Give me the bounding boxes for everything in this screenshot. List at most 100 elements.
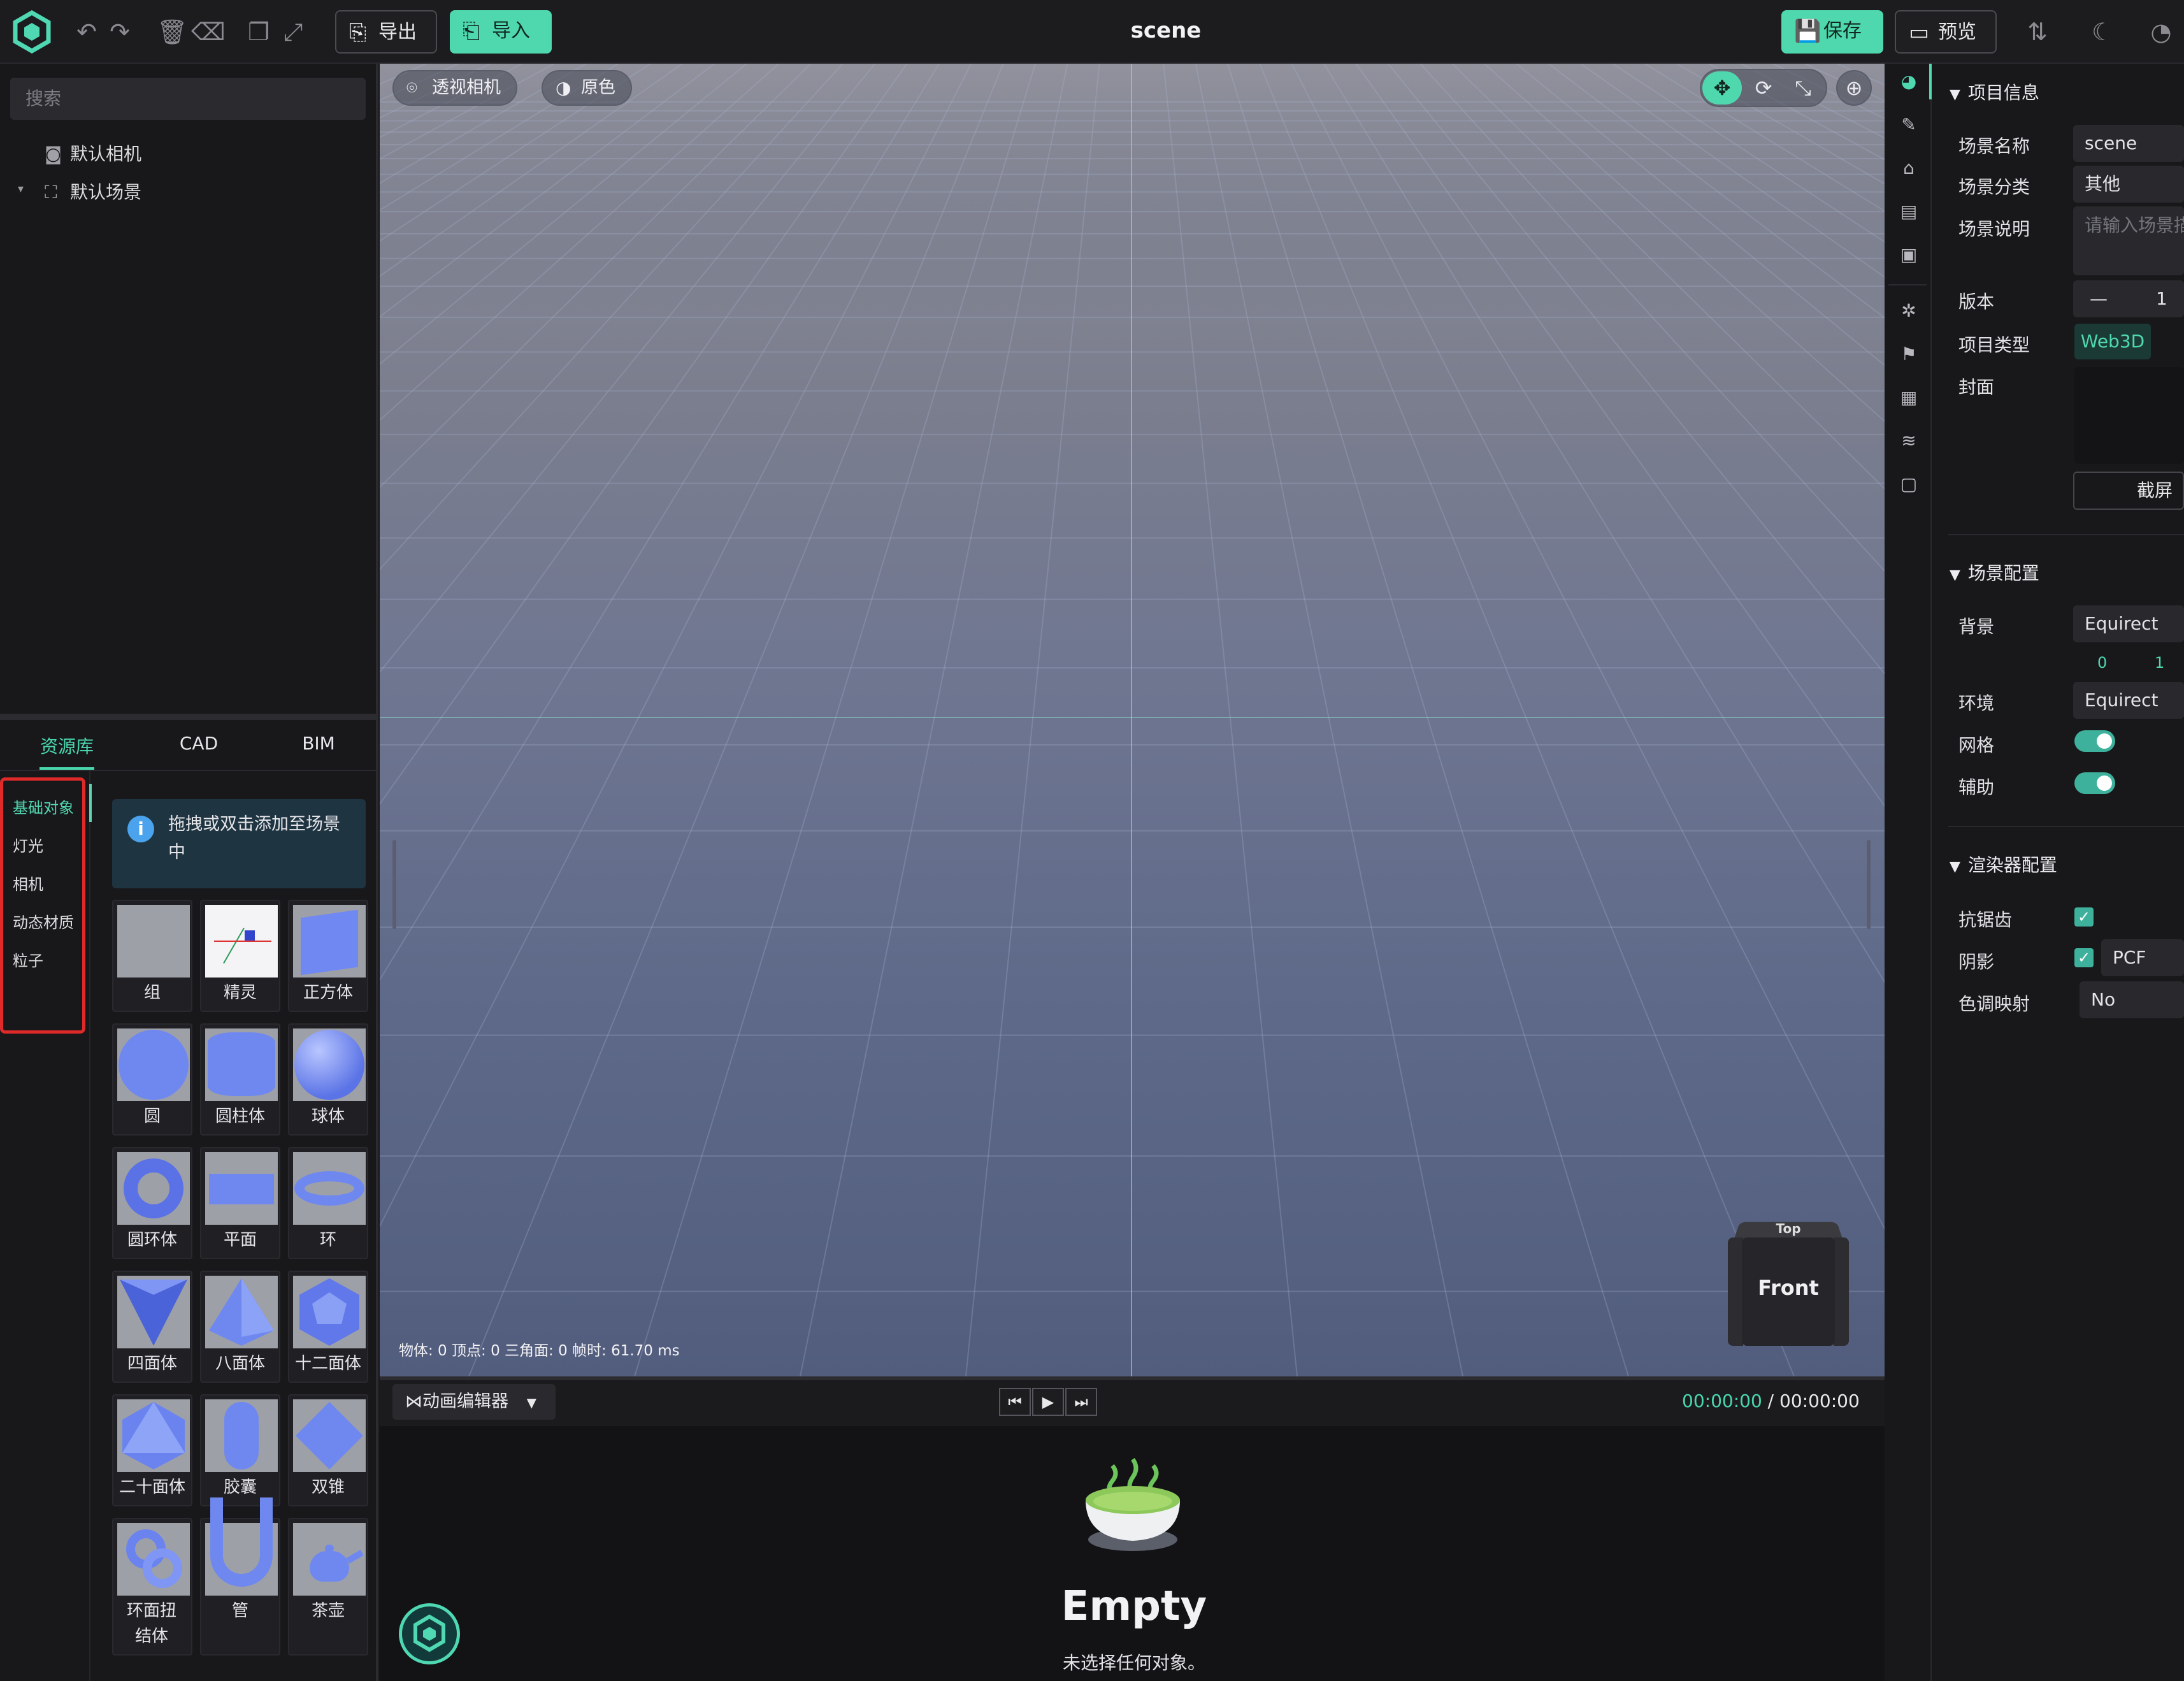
save-button[interactable]: 💾 保存: [1781, 10, 1883, 54]
left-splitter-handle[interactable]: [392, 840, 396, 929]
perspective-camera-button[interactable]: ⌾ 透视相机: [392, 70, 517, 106]
asset-octahedron[interactable]: 八面体: [200, 1271, 280, 1383]
empty-bowl-icon: [1075, 1453, 1190, 1555]
import-button[interactable]: ⎗ 导入: [450, 10, 552, 54]
texture-tab-icon[interactable]: ▦: [1897, 386, 1920, 409]
tree-item-default-scene[interactable]: ⛶ 默认场景: [45, 178, 141, 204]
category-cameras[interactable]: 相机: [13, 872, 43, 894]
view-cube-top[interactable]: Top: [1753, 1221, 1823, 1236]
export-button[interactable]: ⎘ 导出: [335, 10, 437, 54]
asset-cylinder[interactable]: 圆柱体: [200, 1023, 280, 1136]
shadow-type-select[interactable]: PCF: [2101, 939, 2184, 976]
asset-tube[interactable]: 管: [200, 1497, 280, 1656]
decrement-icon[interactable]: —: [2090, 280, 2108, 317]
clear-icon[interactable]: ⌫: [191, 17, 226, 47]
antialias-checkbox[interactable]: ✓: [2074, 907, 2094, 927]
category-basic-objects[interactable]: 基础对象: [13, 795, 74, 818]
fullscreen-icon[interactable]: ⤢: [278, 17, 308, 47]
background-select[interactable]: Equirect: [2073, 605, 2184, 642]
play-button[interactable]: ▶: [1032, 1388, 1064, 1416]
rotate-tool-icon[interactable]: ⟳: [1746, 71, 1781, 105]
tab-bim[interactable]: BIM: [287, 733, 350, 754]
asset-capsule[interactable]: 胶囊: [200, 1394, 280, 1506]
asset-sprite[interactable]: 精灵: [200, 900, 280, 1012]
image-tab-icon[interactable]: ▣: [1897, 243, 1920, 266]
asset-torus[interactable]: 圆环体: [112, 1147, 192, 1259]
scene-category-select[interactable]: 其他: [2073, 166, 2184, 203]
material-tab-icon[interactable]: ⌂: [1897, 157, 1920, 180]
translate-tool-icon[interactable]: ✥: [1702, 71, 1742, 105]
scale-tool-icon[interactable]: ⤡: [1785, 71, 1821, 105]
category-lights[interactable]: 灯光: [13, 833, 43, 856]
tonemapping-select[interactable]: No: [2080, 981, 2184, 1018]
clone-icon[interactable]: ❐: [243, 17, 274, 47]
brush-tab-icon[interactable]: ✎: [1897, 113, 1920, 136]
asset-ring[interactable]: 环: [288, 1147, 368, 1259]
tab-library[interactable]: 资源库: [32, 733, 102, 770]
category-dynamic-materials[interactable]: 动态材质: [13, 910, 74, 932]
panel-divider[interactable]: [0, 714, 378, 720]
document-tab-icon[interactable]: ▢: [1897, 473, 1920, 496]
asset-dodecahedron[interactable]: 十二面体: [288, 1271, 368, 1383]
antialias-label: 抗锯齿: [1958, 909, 2013, 930]
torus-thumbnail: [117, 1152, 190, 1225]
dodecahedron-thumbnail: [293, 1276, 366, 1348]
category-active-indicator: [89, 784, 92, 822]
skip-end-button[interactable]: ⏭: [1065, 1388, 1097, 1416]
animation-editor-dropdown[interactable]: ⋈动画编辑器 ▼: [392, 1384, 556, 1420]
asset-group[interactable]: 组: [112, 900, 192, 1012]
asset-torus-knot[interactable]: 环面扭结体: [112, 1518, 192, 1656]
scene-desc-textarea[interactable]: 请输入场景描: [2073, 206, 2184, 275]
save-icon: 💾: [1794, 18, 1821, 44]
asset-icosahedron[interactable]: 二十面体: [112, 1394, 192, 1506]
asset-teapot[interactable]: 茶壶: [288, 1518, 368, 1656]
asset-cube[interactable]: 正方体: [288, 900, 368, 1012]
asset-bicone[interactable]: 双锥: [288, 1394, 368, 1506]
delete-icon[interactable]: 🗑: [157, 17, 187, 47]
dark-mode-icon[interactable]: ☾: [2087, 17, 2118, 47]
bicone-thumbnail: [293, 1399, 366, 1472]
search-input[interactable]: 搜索: [10, 78, 366, 120]
section-scene-config[interactable]: ▼ 场景配置: [1950, 559, 2039, 585]
view-cube[interactable]: Top Front: [1728, 1218, 1849, 1352]
physics-tab-icon[interactable]: ✲: [1897, 299, 1920, 322]
version-stepper[interactable]: — 1: [2073, 280, 2184, 317]
skip-start-button[interactable]: ⏮: [999, 1388, 1031, 1416]
shading-mode-button[interactable]: ◑ 原色: [542, 70, 632, 106]
asset-tetrahedron[interactable]: 四面体: [112, 1271, 192, 1383]
app-logo[interactable]: [10, 10, 54, 54]
tree-item-default-camera[interactable]: ◙ 默认相机: [45, 140, 141, 166]
assistant-fab[interactable]: [399, 1603, 460, 1664]
scene-name-label: 场景名称: [1958, 136, 2030, 157]
asset-sphere[interactable]: 球体: [288, 1023, 368, 1136]
asset-circle[interactable]: 圆: [112, 1023, 192, 1136]
right-splitter-handle[interactable]: [1867, 840, 1871, 929]
world-space-icon[interactable]: ⊕: [1836, 70, 1872, 106]
helper-toggle[interactable]: [2074, 772, 2115, 794]
section-project-info[interactable]: ▼ 项目信息: [1950, 79, 2039, 105]
language-icon[interactable]: ⇅: [2022, 17, 2053, 47]
expand-arrow-icon[interactable]: ▾: [18, 182, 24, 196]
palette-icon[interactable]: ◔: [2146, 17, 2176, 47]
grid-toggle[interactable]: [2074, 730, 2115, 752]
redo-icon[interactable]: ↷: [104, 17, 135, 47]
tab-cad[interactable]: CAD: [167, 733, 231, 754]
section-divider: [1948, 534, 2184, 535]
script-tab-icon[interactable]: ▤: [1897, 200, 1920, 223]
undo-icon[interactable]: ↶: [71, 17, 102, 47]
shadow-checkbox[interactable]: ✓: [2074, 948, 2094, 967]
asset-plane[interactable]: 平面: [200, 1147, 280, 1259]
section-renderer-config[interactable]: ▼ 渲染器配置: [1950, 851, 2057, 877]
empty-subtitle: 未选择任何对象。: [1062, 1652, 1205, 1673]
environment-select[interactable]: Equirect: [2073, 682, 2184, 719]
viewport-3d[interactable]: [380, 64, 1885, 1376]
version-label: 版本: [1958, 291, 1995, 312]
flag-tab-icon[interactable]: ⚑: [1897, 343, 1920, 366]
layers-tab-icon[interactable]: ≋: [1897, 429, 1920, 452]
cover-preview[interactable]: [2074, 367, 2184, 464]
scene-name-input[interactable]: scene: [2073, 125, 2184, 162]
project-tab-icon[interactable]: ◕: [1897, 70, 1920, 93]
category-particles[interactable]: 粒子: [13, 948, 43, 970]
screenshot-button[interactable]: 截屏: [2073, 472, 2184, 510]
preview-button[interactable]: ▭ 预览: [1895, 10, 1997, 54]
